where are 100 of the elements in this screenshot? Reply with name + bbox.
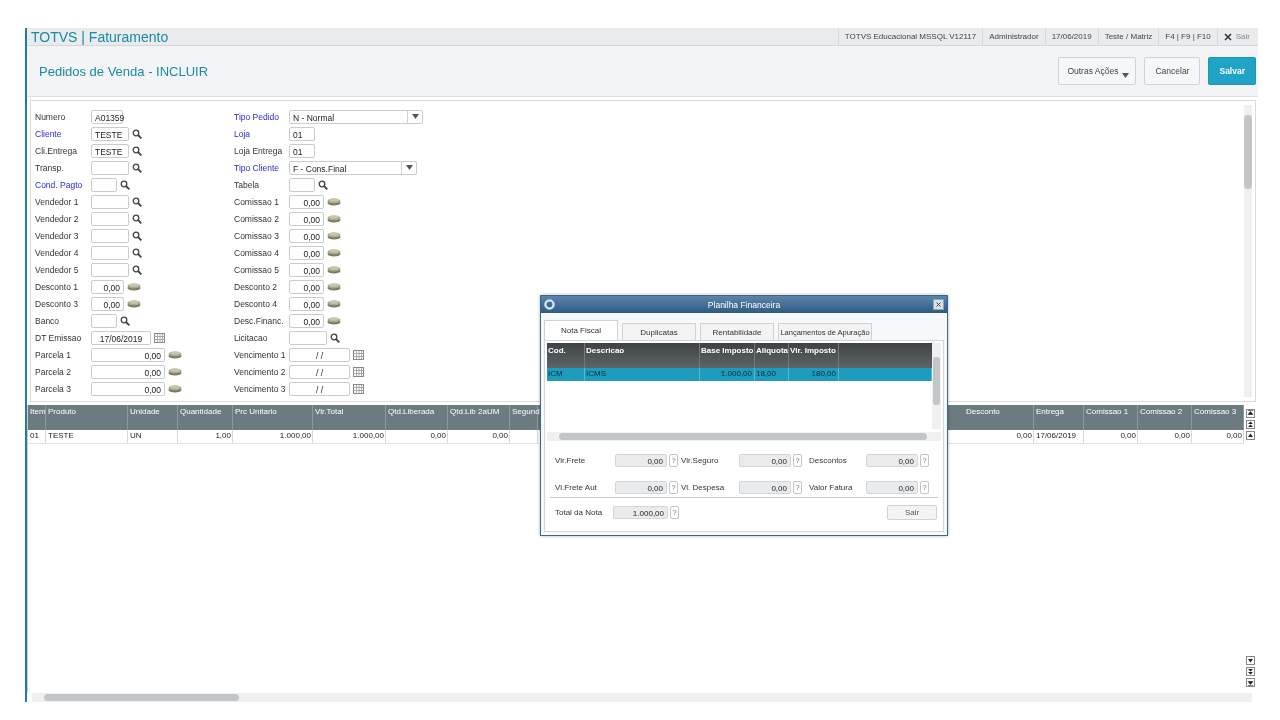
calendar-icon[interactable] [353, 366, 364, 377]
input-field[interactable]: 0,00 [91, 364, 165, 379]
caret-icon[interactable] [1122, 73, 1130, 78]
input-field[interactable] [91, 262, 129, 277]
input-field[interactable] [91, 245, 129, 260]
app-logo-icon[interactable] [544, 299, 555, 310]
search-icon[interactable] [132, 230, 142, 241]
input-field[interactable] [91, 160, 129, 175]
column-header[interactable]: Qtd.Lib 2aUM [448, 405, 510, 430]
input-field[interactable] [91, 194, 129, 209]
coin-stack-icon[interactable] [327, 214, 341, 223]
coin-stack-icon[interactable] [327, 231, 341, 240]
column-header[interactable]: Segund [510, 405, 538, 430]
column-header[interactable]: Produto [46, 405, 128, 430]
row-up-icon[interactable] [1246, 431, 1255, 440]
coin-stack-icon[interactable] [327, 248, 341, 257]
search-icon[interactable] [132, 145, 142, 156]
dropdown[interactable]: N - Normal [289, 109, 423, 124]
input-field[interactable]: 0,00 [91, 296, 124, 311]
input-field[interactable]: 0,00 [739, 481, 791, 494]
input-field[interactable]: 0,00 [289, 194, 324, 209]
exit-button[interactable]: Sair [887, 505, 937, 520]
horizontal-scrollbar[interactable] [547, 432, 941, 441]
input-field[interactable]: 0,00 [289, 245, 324, 260]
coin-stack-icon[interactable] [168, 367, 182, 376]
search-icon[interactable] [120, 315, 130, 326]
caret-icon[interactable] [411, 114, 419, 119]
input-field[interactable]: / / [289, 347, 350, 362]
input-field[interactable] [91, 211, 129, 226]
input-field[interactable]: 0,00 [289, 262, 324, 277]
input-field[interactable]: 0,00 [739, 454, 791, 467]
input-field[interactable]: 0,00 [866, 481, 918, 494]
coin-stack-icon[interactable] [327, 197, 341, 206]
page-down-icon[interactable] [1246, 667, 1255, 676]
column-header[interactable]: Comissao 3 [1192, 405, 1244, 430]
close-icon[interactable] [933, 299, 944, 310]
last-row-icon[interactable] [1246, 678, 1255, 687]
row-down-icon[interactable] [1246, 656, 1255, 665]
input-field[interactable]: 1.000,00 [613, 506, 668, 519]
coin-stack-icon[interactable] [127, 299, 141, 308]
input-field[interactable]: 0,00 [615, 454, 667, 467]
search-icon[interactable] [132, 162, 142, 173]
tab[interactable]: Nota Fiscal [544, 320, 618, 340]
search-icon[interactable] [318, 179, 328, 190]
input-field[interactable] [91, 313, 117, 328]
column-header[interactable]: Unidade [128, 405, 178, 430]
input-field[interactable]: 01 [289, 143, 315, 158]
input-field[interactable]: TESTE [91, 126, 129, 141]
calendar-icon[interactable] [154, 332, 165, 343]
coin-stack-icon[interactable] [127, 282, 141, 291]
column-header[interactable]: Comissao 2 [1138, 405, 1192, 430]
input-field[interactable]: 0,00 [289, 313, 324, 328]
vertical-scrollbar[interactable] [932, 343, 941, 429]
input-field[interactable] [91, 177, 117, 192]
column-header[interactable]: Item [28, 405, 46, 430]
horizontal-scrollbar[interactable] [32, 693, 1252, 702]
search-icon[interactable] [132, 213, 142, 224]
input-field[interactable] [91, 228, 129, 243]
tab[interactable]: Duplicatas [622, 323, 696, 340]
vertical-scrollbar[interactable] [1244, 105, 1252, 397]
first-row-icon[interactable] [1246, 409, 1255, 418]
input-field[interactable]: A01359 [91, 109, 123, 124]
coin-stack-icon[interactable] [168, 384, 182, 393]
input-field[interactable]: 0,00 [91, 381, 165, 396]
search-icon[interactable] [132, 247, 142, 258]
calendar-icon[interactable] [353, 349, 364, 360]
input-field[interactable]: 01 [289, 126, 315, 141]
input-field[interactable]: / / [289, 364, 350, 379]
column-header[interactable]: Prc Unitario [233, 405, 313, 430]
search-icon[interactable] [132, 264, 142, 275]
column-header[interactable]: Vlr.Total [313, 405, 386, 430]
dropdown[interactable]: F - Cons.Final [289, 160, 417, 175]
coin-stack-icon[interactable] [327, 316, 341, 325]
input-field[interactable]: 0,00 [289, 279, 324, 294]
input-field[interactable]: 0,00 [91, 279, 124, 294]
input-field[interactable]: 0,00 [615, 481, 667, 494]
column-header[interactable]: Comissao 1 [1084, 405, 1138, 430]
search-icon[interactable] [120, 179, 130, 190]
input-field[interactable] [289, 177, 315, 192]
coin-stack-icon[interactable] [327, 299, 341, 308]
input-field[interactable]: 0,00 [866, 454, 918, 467]
caret-icon[interactable] [405, 165, 413, 170]
calendar-icon[interactable] [353, 383, 364, 394]
cancel-button[interactable]: Cancelar [1144, 57, 1201, 85]
page-up-icon[interactable] [1246, 420, 1255, 429]
input-field[interactable]: 0,00 [91, 347, 165, 362]
column-header[interactable]: Entrega [1034, 405, 1084, 430]
input-field[interactable]: 0,00 [289, 228, 324, 243]
column-header[interactable]: Desconto [964, 405, 1034, 430]
table-row[interactable]: ICM ICMS 1.000,00 18,00 180,00 [547, 368, 932, 381]
input-field[interactable]: / / [289, 381, 350, 396]
coin-stack-icon[interactable] [327, 265, 341, 274]
column-header[interactable]: Qtd.Liberada [386, 405, 448, 430]
input-field[interactable]: TESTE [91, 143, 129, 158]
input-field[interactable]: 0,00 [289, 296, 324, 311]
search-icon[interactable] [132, 128, 142, 139]
input-field[interactable] [289, 330, 327, 345]
tab[interactable]: Rentabilidade [700, 323, 774, 340]
close-icon[interactable] [1223, 32, 1232, 41]
coin-stack-icon[interactable] [327, 282, 341, 291]
